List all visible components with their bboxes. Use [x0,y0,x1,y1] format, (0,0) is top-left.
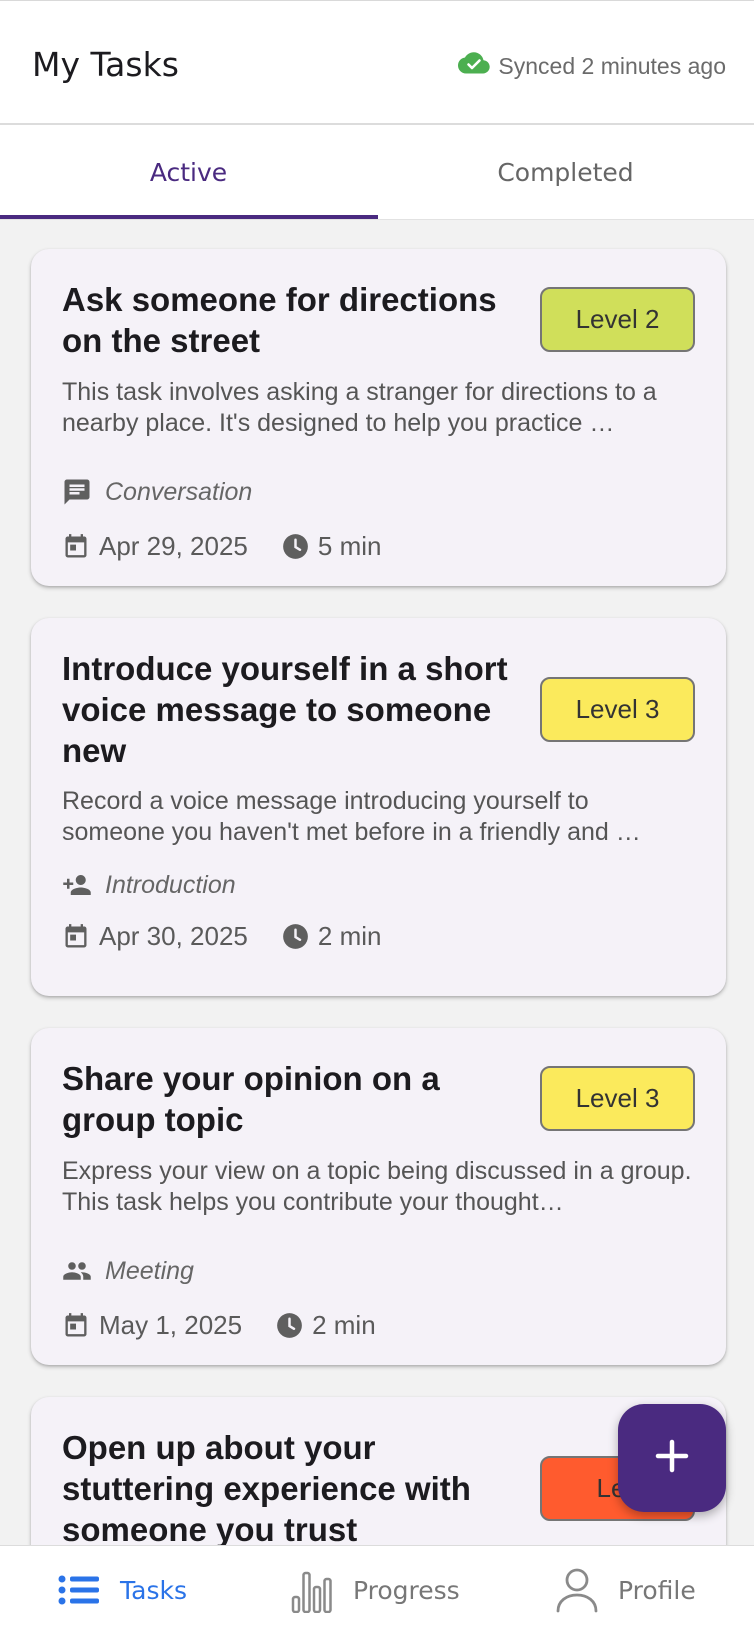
task-list: Ask someone for directions on the street… [0,220,754,1545]
task-date: Apr 30, 2025 [99,921,248,951]
task-description: Express your view on a topic being discu… [62,1157,692,1216]
task-category: Meeting [62,1256,194,1286]
calendar-icon [62,533,90,561]
sync-status-text: Synced 2 minutes ago [498,52,726,79]
app-header: My Tasks Synced 2 minutes ago [0,0,754,125]
bar-chart-icon [291,1567,333,1613]
level-badge: Level 3 [540,677,695,742]
nav-item-profile[interactable]: Profile [556,1546,696,1633]
chat-icon [62,477,92,507]
person-icon [556,1567,598,1613]
task-description: This task involves asking a stranger for… [62,378,657,437]
task-category: Introduction [62,870,236,900]
nav-label-tasks: Tasks [120,1575,187,1605]
plus-icon [655,1439,689,1478]
category-label: Meeting [105,1256,194,1285]
task-meta: Apr 30, 2025 2 min [62,921,381,952]
task-title: Introduce yourself in a short voice mess… [62,650,508,769]
tab-completed[interactable]: Completed [377,125,754,220]
tab-indicator [0,215,378,219]
task-date: Apr 29, 2025 [99,531,248,561]
sync-status: Synced 2 minutes ago [458,51,726,81]
cloud-check-icon [458,51,498,81]
task-title: Open up about your stuttering experience… [62,1429,471,1545]
level-badge: Level 2 [540,287,695,352]
category-label: Conversation [105,477,253,506]
tab-bar: Active Completed [0,125,754,220]
task-description: Record a voice message introducing yours… [62,787,641,846]
task-title: Share your opinion on a group topic [62,1060,440,1138]
clock-icon [282,533,309,560]
tab-active[interactable]: Active [0,125,377,220]
task-date: May 1, 2025 [99,1310,243,1340]
nav-label-profile: Profile [618,1575,696,1605]
nav-item-progress[interactable]: Progress [291,1546,460,1633]
nav-label-progress: Progress [353,1575,460,1605]
task-title: Ask someone for directions on the street [62,281,497,359]
add-task-button[interactable] [618,1404,726,1512]
list-icon [58,1575,100,1605]
task-card[interactable]: Share your opinion on a group topic Leve… [31,1028,726,1365]
calendar-icon [62,923,90,951]
calendar-icon [62,1312,90,1340]
group-icon [62,1256,92,1286]
bottom-navigation: Tasks Progress Profile [0,1545,754,1633]
clock-icon [276,1312,303,1339]
task-card[interactable]: Introduce yourself in a short voice mess… [31,618,726,996]
nav-item-tasks[interactable]: Tasks [58,1546,187,1633]
level-badge: Level 3 [540,1066,695,1131]
task-meta: Apr 29, 2025 5 min [62,531,381,562]
task-duration: 2 min [312,1310,376,1340]
page-title: My Tasks [32,45,179,84]
task-meta: May 1, 2025 2 min [62,1310,376,1341]
task-card[interactable]: Ask someone for directions on the street… [31,249,726,586]
person-add-icon [62,870,92,900]
task-category: Conversation [62,477,252,507]
task-duration: 2 min [317,921,382,951]
clock-icon [282,923,309,950]
task-duration: 5 min [317,531,382,561]
category-label: Introduction [105,870,236,899]
